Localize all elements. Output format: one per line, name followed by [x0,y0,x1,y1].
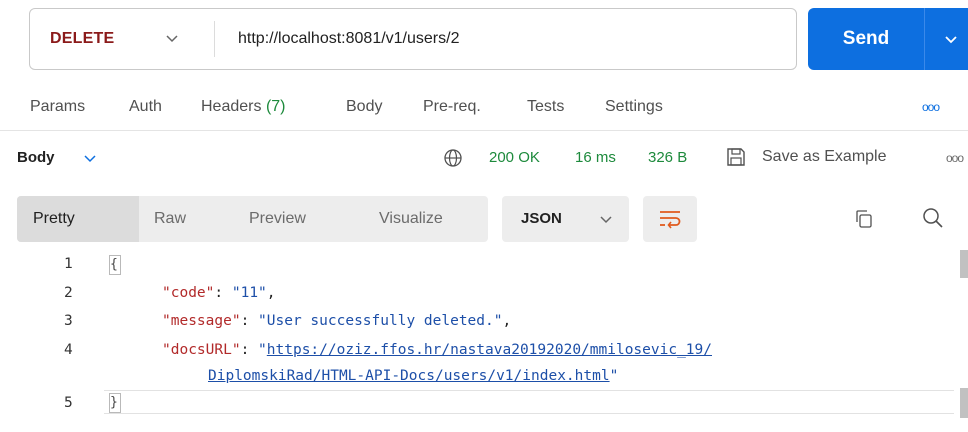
status-code[interactable]: 200 OK [489,149,540,166]
wrap-lines-button[interactable] [643,196,697,242]
tab-prereq[interactable]: Pre-req. [423,98,481,116]
docs-url-link-continued[interactable]: DiplomskiRad/HTML-API-Docs/users/v1/inde… [208,368,610,384]
url-input[interactable]: http://localhost:8081/v1/users/2 [238,9,459,69]
send-button[interactable]: Send [808,8,968,70]
response-size[interactable]: 326 B [648,149,687,166]
json-key: "docsURL" [162,342,241,358]
code-line: "message": "User successfully deleted.", [162,313,512,329]
wrap-lines-icon [660,211,681,229]
line-number: 5 [64,395,73,411]
format-select[interactable]: JSON [502,196,629,242]
chevron-down-icon[interactable] [82,150,98,166]
view-mode-group: Pretty Raw Preview Visualize [17,196,488,242]
tab-raw[interactable]: Raw [154,196,186,242]
search-icon[interactable] [921,206,945,230]
response-time[interactable]: 16 ms [575,149,616,166]
more-options-icon[interactable]: ooo [946,151,964,165]
save-as-example-button[interactable]: Save as Example [762,148,887,166]
send-divider [924,8,925,70]
tab-auth[interactable]: Auth [129,98,162,116]
scrollbar-thumb[interactable] [960,388,968,418]
method-select[interactable]: DELETE [50,9,114,69]
line-number: 4 [64,342,73,358]
line-number: 3 [64,313,73,329]
method-divider [214,21,215,57]
tab-settings[interactable]: Settings [605,98,663,116]
open-brace: { [110,257,118,272]
tab-params[interactable]: Params [30,98,85,116]
code-line: "docsURL": "https://oziz.ffos.hr/nastava… [162,342,712,358]
close-brace: } [110,395,118,410]
json-key: "message" [162,313,241,329]
current-line-highlight [104,390,954,414]
tab-body[interactable]: Body [346,98,382,116]
response-code-view[interactable]: 1 2 3 4 5 { "code": "11", "message": "Us… [0,250,968,432]
section-divider [0,130,968,131]
save-icon[interactable] [725,146,747,168]
scrollbar-thumb[interactable] [960,250,968,278]
chevron-down-icon[interactable] [163,29,181,47]
globe-icon[interactable] [443,148,463,168]
tab-visualize[interactable]: Visualize [379,196,443,242]
headers-count: (7) [265,98,286,115]
docs-url-link[interactable]: https://oziz.ffos.hr/nastava20192020/mmi… [267,342,712,358]
response-body-title[interactable]: Body [17,149,55,166]
more-options-icon[interactable]: ooo [922,100,940,114]
tab-tests[interactable]: Tests [527,98,564,116]
format-label: JSON [521,210,562,227]
send-label[interactable]: Send [808,8,924,70]
code-line: "code": "11", [162,285,276,301]
json-value: "User successfully deleted." [258,313,503,329]
chevron-down-icon[interactable] [942,30,960,48]
line-number: 1 [64,256,73,272]
tab-pretty[interactable]: Pretty [17,196,139,242]
chevron-down-icon [600,216,612,224]
tab-headers[interactable]: Headers (7) [201,98,286,116]
json-key: "code" [162,285,215,301]
json-value: "11" [231,285,267,301]
tab-preview[interactable]: Preview [249,196,306,242]
request-bar: DELETE http://localhost:8081/v1/users/2 [29,8,797,70]
line-number: 2 [64,285,73,301]
copy-icon[interactable] [853,208,875,230]
tab-headers-label: Headers [201,98,262,115]
request-tabs: Params Auth Headers (7) Body Pre-req. Te… [0,90,968,126]
code-line-wrapped: DiplomskiRad/HTML-API-Docs/users/v1/inde… [208,368,619,384]
